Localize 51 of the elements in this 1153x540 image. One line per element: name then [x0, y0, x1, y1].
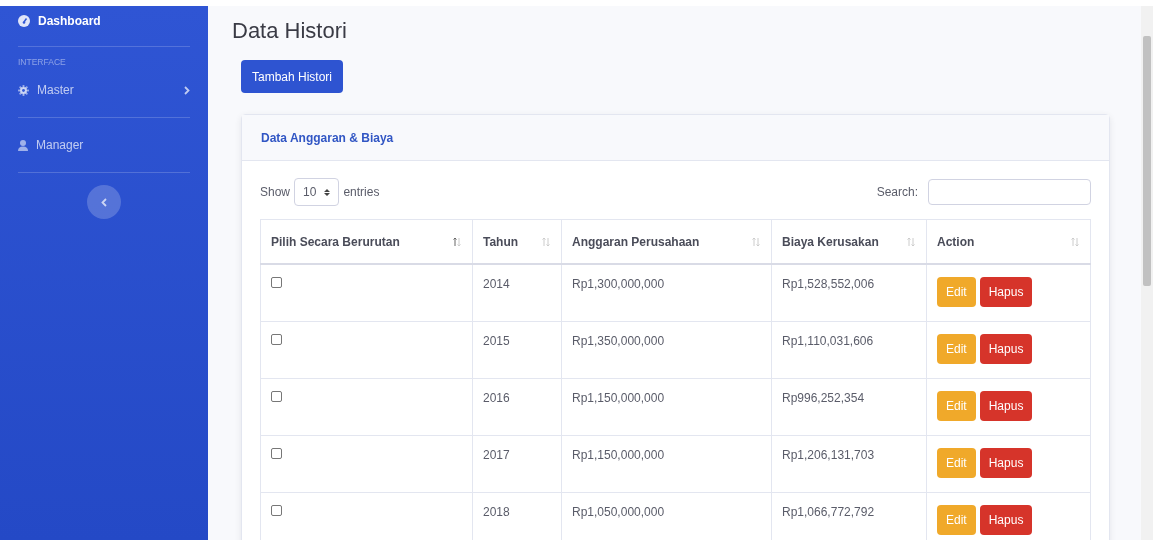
- table-cell: Rp1,110,031,606: [771, 321, 927, 378]
- table-cell: 2017: [472, 435, 562, 492]
- sidebar-heading: INTERFACE: [18, 57, 67, 67]
- table-cell: 2016: [472, 378, 562, 435]
- show-label: Show: [260, 185, 291, 199]
- sort-icon[interactable]: [906, 236, 916, 247]
- column-header[interactable]: Action: [926, 219, 1091, 264]
- scrollbar-thumb[interactable]: [1143, 36, 1151, 286]
- table-cell: Rp1,206,131,703: [771, 435, 927, 492]
- table-cell: Rp1,300,000,000: [561, 264, 772, 321]
- row-checkbox[interactable]: [271, 333, 282, 345]
- user-icon: [18, 139, 28, 151]
- delete-button[interactable]: Hapus: [979, 333, 1033, 364]
- delete-button[interactable]: Hapus: [979, 277, 1033, 307]
- table-cell: 2014: [472, 264, 562, 321]
- row-checkbox[interactable]: [271, 277, 282, 288]
- sidebar-item[interactable]: Master: [18, 73, 190, 107]
- gauge-icon: [18, 15, 30, 27]
- add-history-button[interactable]: Tambah Histori: [241, 60, 344, 93]
- chevron-left-icon: [101, 197, 107, 207]
- table-cell: Rp1,350,000,000: [561, 321, 772, 378]
- entries-select[interactable]: 10: [294, 178, 340, 206]
- search-field[interactable]: [928, 179, 1091, 205]
- sidebar-item[interactable]: Dashboard: [18, 6, 190, 36]
- column-header[interactable]: Pilih Secara Berurutan: [260, 219, 473, 264]
- card-title: Data Anggaran & Biaya: [261, 130, 394, 145]
- row-checkbox[interactable]: [271, 390, 282, 402]
- entries-label: entries: [343, 185, 380, 199]
- delete-button[interactable]: Hapus: [979, 390, 1033, 421]
- sidebar-item[interactable]: Manager: [18, 128, 190, 162]
- sort-icon[interactable]: [751, 236, 761, 247]
- table-cell: Rp1,150,000,000: [561, 435, 772, 492]
- column-header[interactable]: Anggaran Perusahaan: [561, 219, 772, 264]
- table-cell: Rp996,252,354: [771, 378, 927, 435]
- row-checkbox[interactable]: [271, 504, 282, 516]
- table-cell: Rp1,150,000,000: [561, 378, 772, 435]
- column-header[interactable]: Biaya Kerusakan: [771, 219, 927, 264]
- delete-button[interactable]: Hapus: [979, 447, 1033, 478]
- sort-icon[interactable]: [1070, 236, 1080, 247]
- sort-icon[interactable]: [541, 236, 551, 247]
- sidebar-toggle-button[interactable]: [87, 185, 121, 219]
- delete-button[interactable]: Hapus: [979, 504, 1033, 535]
- updown-caret-icon: [324, 187, 331, 197]
- search-label: Search:: [876, 185, 918, 199]
- table-cell: 2015: [472, 321, 562, 378]
- sort-icon[interactable]: [452, 236, 462, 247]
- row-checkbox[interactable]: [271, 447, 282, 459]
- page-title: Data Histori: [232, 18, 348, 44]
- column-header[interactable]: Tahun: [472, 219, 562, 264]
- table-cell: Rp1,528,552,006: [771, 264, 927, 321]
- gear-icon: [18, 84, 29, 96]
